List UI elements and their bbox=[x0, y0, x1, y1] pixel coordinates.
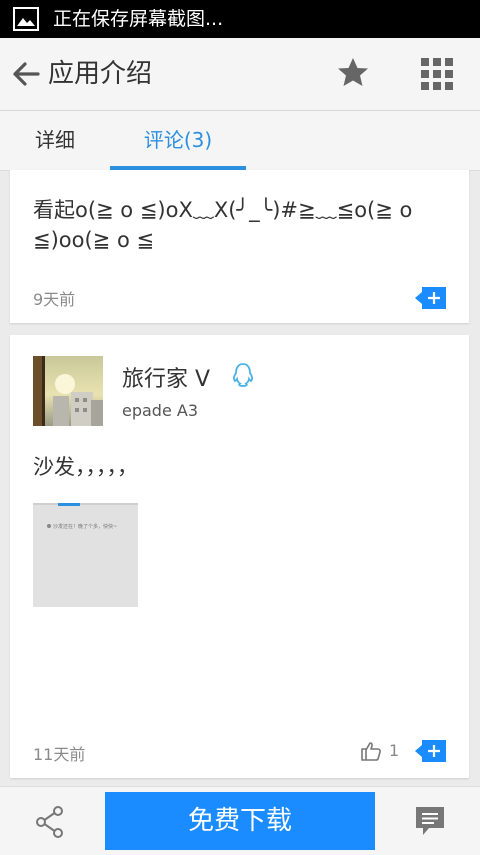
back-arrow-icon[interactable] bbox=[8, 56, 44, 92]
download-button[interactable]: 免费下载 bbox=[105, 792, 375, 850]
comment-attachment-thumbnail[interactable]: 沙发还在！晚了个多，快快~ bbox=[33, 503, 138, 607]
thumbnail-avatar-dot bbox=[47, 524, 51, 528]
comment-card: 看起o(≧ o ≦)oX﹏X(╯_╰)#≧﹏≦o(≧ o ≦)oo(≧ o ≦ … bbox=[10, 170, 469, 323]
device-name: epade A3 bbox=[122, 401, 199, 420]
status-bar: 正在保存屏幕截图... bbox=[0, 0, 480, 38]
page-title: 应用介绍 bbox=[48, 59, 153, 89]
thumbnail-top-bar bbox=[33, 503, 138, 505]
tab-comments[interactable]: 评论(3) bbox=[110, 111, 246, 170]
share-icon[interactable] bbox=[34, 805, 66, 839]
comment-text: 看起o(≧ o ≦)oX﹏X(╯_╰)#≧﹏≦o(≧ o ≦)oo(≧ o ≦ bbox=[33, 195, 453, 255]
app-bar: 应用介绍 bbox=[0, 38, 480, 111]
reply-plus-icon[interactable] bbox=[415, 740, 446, 762]
user-avatar[interactable] bbox=[33, 356, 103, 426]
comment-icon[interactable] bbox=[414, 805, 446, 837]
image-icon bbox=[13, 7, 39, 31]
comment-time: 9天前 bbox=[33, 290, 76, 309]
comment-time: 11天前 bbox=[33, 745, 86, 764]
thumbs-up-icon[interactable] bbox=[360, 740, 382, 762]
comment-text: 沙发，，，，， bbox=[33, 455, 138, 479]
favorite-star-icon[interactable] bbox=[334, 54, 372, 92]
bottom-action-bar: 免费下载 bbox=[0, 786, 480, 855]
status-notification-text: 正在保存屏幕截图... bbox=[53, 8, 224, 30]
comment-text-line: 看起o(≧ o ≦)oX﹏X(╯_╰)#≧﹏≦o(≧ o bbox=[33, 198, 413, 222]
comment-text-line: ≦)oo(≧ o ≦ bbox=[33, 228, 155, 252]
comment-card: 旅行家 V epade A3 沙发，，，，， 沙发还在！晚了个多，快快~ 11天… bbox=[10, 335, 469, 778]
username[interactable]: 旅行家 V bbox=[122, 361, 210, 393]
thumbnail-accent-bar bbox=[58, 503, 80, 506]
reply-plus-icon[interactable] bbox=[415, 287, 446, 309]
apps-grid-icon[interactable] bbox=[419, 56, 455, 92]
qq-penguin-icon bbox=[233, 363, 253, 387]
thumbnail-text: 沙发还在！晚了个多，快快~ bbox=[53, 524, 118, 530]
like-count: 1 bbox=[389, 741, 400, 760]
tab-detail[interactable]: 详细 bbox=[35, 111, 75, 170]
tab-bar: 详细 评论(3) bbox=[0, 111, 480, 171]
